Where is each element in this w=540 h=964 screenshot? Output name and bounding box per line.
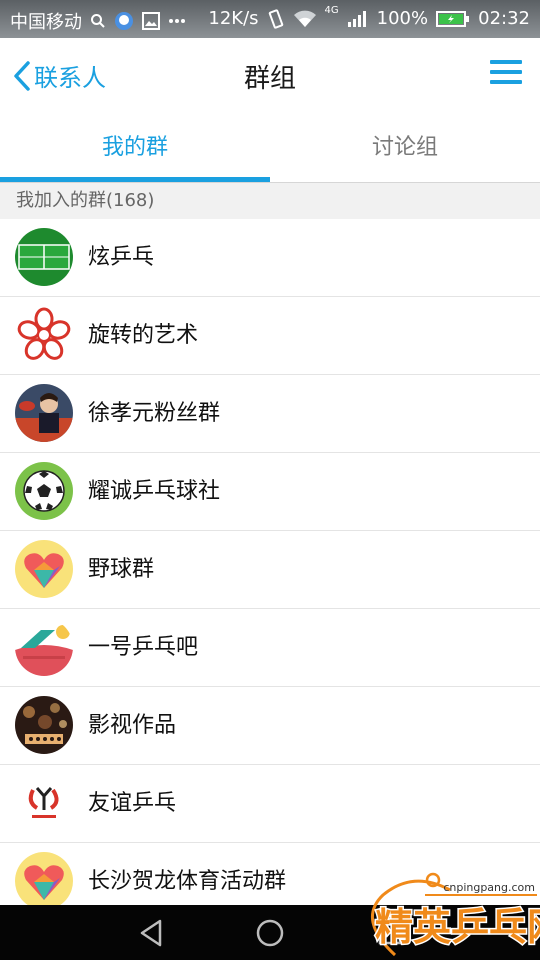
app-header: 联系人 群组 (0, 38, 540, 114)
group-list: 炫乒乓 旋转的艺术 徐孝元粉丝群 耀诚乒乓球社 野球群 一号乒乓吧 影视作品 友… (0, 219, 540, 921)
tab-my-groups[interactable]: 我的群 (0, 114, 270, 182)
list-item[interactable]: 野球群 (0, 531, 540, 609)
menu-button[interactable] (490, 60, 522, 88)
group-name: 友谊乒乓 (88, 791, 177, 816)
section-header: 我加入的群(168) (0, 183, 540, 219)
clock: 02:32 (478, 8, 530, 29)
group-name: 野球群 (88, 557, 155, 582)
status-bar: 中国移动 12K/s 4G 100% 02:32 (0, 0, 540, 38)
watermark-url: cnpingpang.com (443, 881, 535, 894)
battery-percent: 100% (376, 8, 429, 29)
group-name: 一号乒乓吧 (88, 635, 199, 660)
list-item[interactable]: 旋转的艺术 (0, 297, 540, 375)
player-photo-avatar (15, 384, 73, 442)
search-icon (90, 13, 106, 29)
carrier-label: 中国移动 (10, 12, 82, 33)
watermark-brand: 精英乒乓网 (375, 905, 540, 949)
image-icon (142, 12, 160, 30)
battery-icon (436, 10, 470, 28)
menu-icon-bar (490, 70, 522, 74)
tab-bar: 我的群 讨论组 (0, 114, 540, 182)
menu-icon-bar (490, 80, 522, 84)
vibrate-icon (267, 8, 285, 29)
wifi-icon (293, 10, 317, 28)
page-title: 群组 (243, 64, 296, 94)
app-notification-icon (114, 11, 134, 31)
list-item[interactable]: 炫乒乓 (0, 219, 540, 297)
list-item[interactable]: 耀诚乒乓球社 (0, 453, 540, 531)
signal-icon (347, 10, 369, 28)
group-name: 影视作品 (88, 713, 177, 738)
list-item[interactable]: 徐孝元粉丝群 (0, 375, 540, 453)
group-name: 旋转的艺术 (88, 323, 199, 348)
table-tennis-table-avatar (15, 228, 73, 286)
paddle-avatar (15, 618, 73, 676)
list-item[interactable]: 一号乒乓吧 (0, 609, 540, 687)
circle-home-icon (254, 919, 286, 953)
nav-home-button[interactable] (254, 917, 286, 949)
tab-discussion-groups[interactable]: 讨论组 (270, 114, 540, 182)
nav-back-button[interactable] (136, 917, 168, 949)
list-item[interactable]: 影视作品 (0, 687, 540, 765)
group-name: 炫乒乓 (88, 245, 155, 270)
group-name: 耀诚乒乓球社 (88, 479, 221, 504)
triangle-back-icon (136, 919, 168, 953)
soccer-ball-avatar (15, 462, 73, 520)
network-type: 4G (324, 5, 339, 16)
heart-avatar (15, 852, 73, 910)
bokeh-photo-avatar (15, 696, 73, 754)
flower-avatar (15, 306, 73, 364)
network-speed: 12K/s (208, 8, 259, 29)
more-icon (168, 18, 186, 24)
heart-avatar (15, 540, 73, 598)
list-item[interactable]: 友谊乒乓 (0, 765, 540, 843)
group-name: 徐孝元粉丝群 (88, 401, 221, 426)
club-logo-avatar (15, 774, 73, 832)
site-watermark: cnpingpang.com 精英乒乓网 (355, 860, 540, 960)
menu-icon-bar (490, 60, 522, 64)
